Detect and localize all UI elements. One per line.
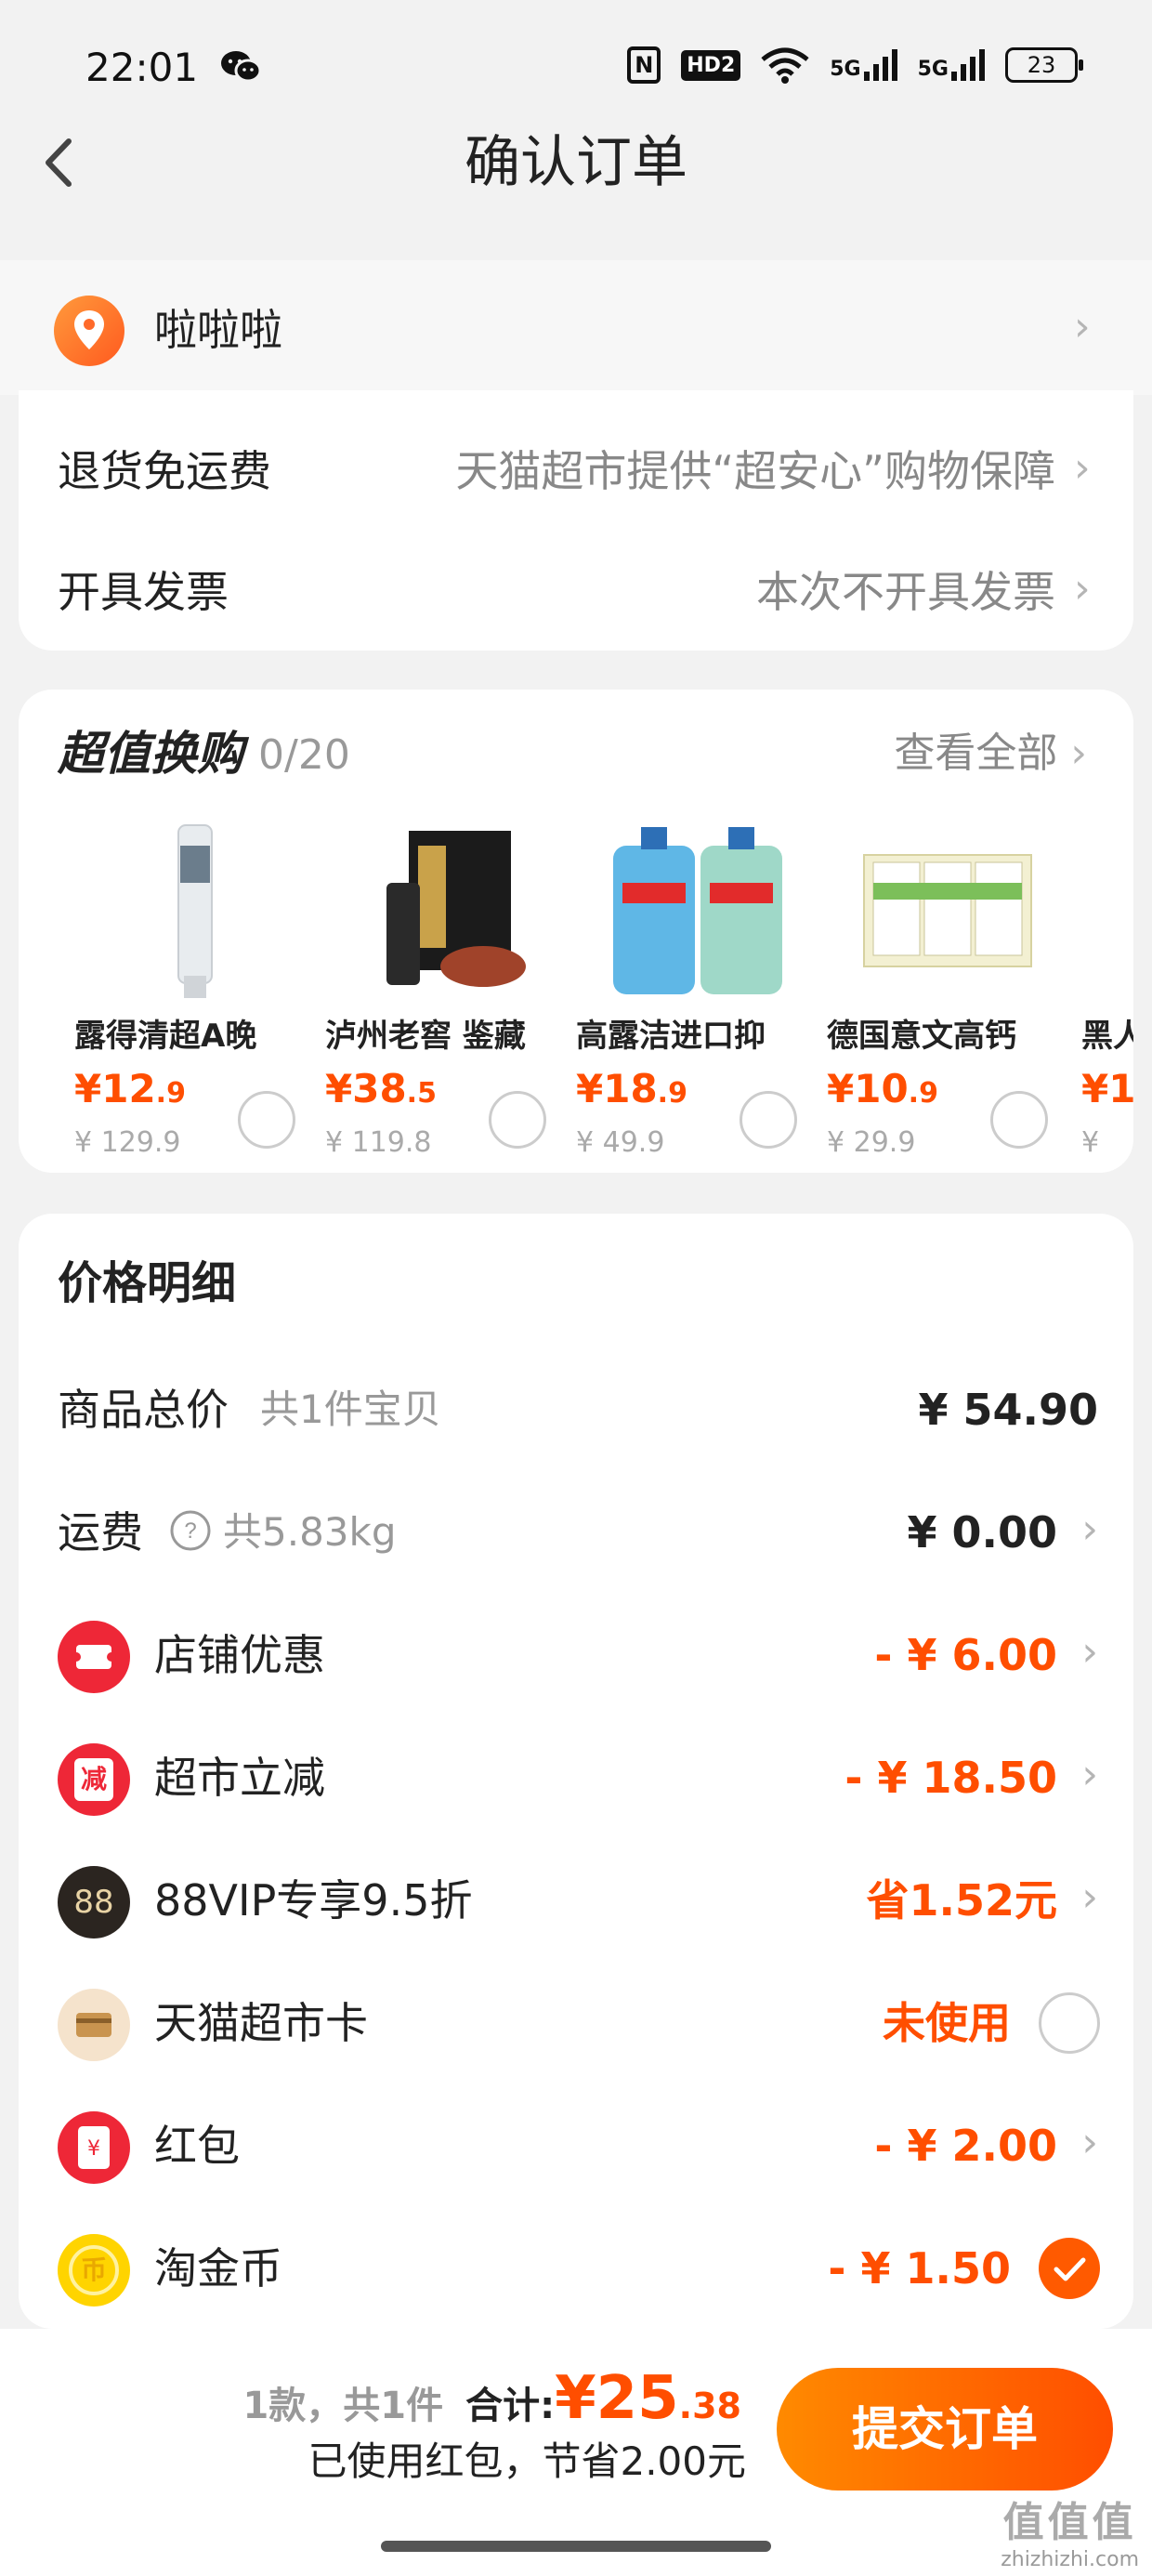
shipping-label: 运费 bbox=[58, 1507, 143, 1557]
chevron-right-icon: › bbox=[1074, 565, 1091, 612]
product-card[interactable]: 高露洁进口抑 ¥18.9 ¥ 49.9 bbox=[576, 818, 808, 1159]
goods-total-sub: 共1件宝贝 bbox=[260, 1387, 441, 1432]
gold-coin-value: - ¥ 1.50 bbox=[828, 2243, 1011, 2293]
tmall-card-radio[interactable] bbox=[1039, 1992, 1100, 2054]
shipping-value: ¥ 0.00 bbox=[907, 1507, 1057, 1557]
product-price: ¥18.9 bbox=[576, 1066, 687, 1111]
wifi-icon bbox=[761, 47, 809, 84]
chevron-right-icon: › bbox=[1074, 444, 1091, 492]
ticket-icon bbox=[58, 1621, 130, 1693]
vip-discount-value: 省1.52元 bbox=[866, 1875, 1058, 1925]
product-image-liquor bbox=[386, 831, 526, 987]
chevron-right-icon: › bbox=[1081, 2119, 1098, 2166]
supermarket-reduction-label: 超市立减 bbox=[154, 1753, 325, 1803]
address-name: 啦啦啦 bbox=[154, 305, 282, 355]
card-icon bbox=[58, 1989, 130, 2061]
chevron-right-icon: › bbox=[1081, 1751, 1098, 1798]
store-discount-row[interactable]: 店铺优惠 - ¥ 6.00 › bbox=[58, 1615, 1098, 1699]
price-detail-title: 价格明细 bbox=[58, 1257, 237, 1309]
product-image-cream bbox=[177, 824, 213, 998]
gold-coin-label: 淘金币 bbox=[154, 2243, 282, 2293]
submit-order-button[interactable]: 提交订单 bbox=[777, 2368, 1113, 2491]
product-select-radio[interactable] bbox=[990, 1091, 1048, 1149]
shipping-weight: 共5.83kg bbox=[223, 1509, 397, 1555]
product-name: 高露洁进口抑 bbox=[576, 1018, 766, 1055]
exchange-title: 超值换购 bbox=[58, 727, 243, 781]
goods-total-row: 商品总价 共1件宝贝 ¥ 54.90 bbox=[58, 1370, 1098, 1453]
wechat-icon bbox=[221, 51, 262, 83]
view-all-link[interactable]: 查看全部 › bbox=[894, 723, 1087, 784]
product-select-radio[interactable] bbox=[238, 1091, 295, 1149]
return-value[interactable]: 天猫超市提供“超安心”购物保障 bbox=[455, 440, 1055, 502]
tmall-card-value: 未使用 bbox=[883, 1998, 1011, 2048]
product-select-radio[interactable] bbox=[740, 1091, 797, 1149]
product-price: ¥12.9 bbox=[74, 1066, 186, 1111]
order-summary: 1款，共1件 合计:¥25.38 bbox=[242, 2364, 741, 2433]
product-price: ¥1 bbox=[1081, 1066, 1133, 1111]
product-card[interactable]: 泸州老窖 鉴藏 ¥38.5 ¥ 119.8 bbox=[325, 818, 557, 1159]
gold-coin-row[interactable]: 币 淘金币 - ¥ 1.50 bbox=[58, 2228, 1100, 2312]
goods-total-label: 商品总价 bbox=[58, 1385, 229, 1435]
watermark: 值值值 zhizhizhi.com bbox=[1001, 2499, 1139, 2572]
product-old-price: ¥ 49.9 bbox=[576, 1126, 665, 1159]
tmall-card-row[interactable]: 天猫超市卡 未使用 bbox=[58, 1983, 1100, 2067]
reduction-icon: 减 bbox=[58, 1743, 130, 1816]
invoice-label: 开具发票 bbox=[58, 567, 229, 617]
product-price: ¥38.5 bbox=[325, 1066, 437, 1111]
product-name: 德国意文高钙 bbox=[827, 1018, 1016, 1055]
hd-voice-icon: HD2 bbox=[681, 49, 741, 81]
product-card[interactable]: 露得清超A晚 ¥12.9 ¥ 129.9 bbox=[74, 818, 307, 1159]
red-packet-row[interactable]: ¥ 红包 - ¥ 2.00 › bbox=[58, 2106, 1098, 2189]
shipping-row[interactable]: 运费 ? 共5.83kg ¥ 0.00 › bbox=[58, 1492, 1098, 1576]
product-card[interactable]: 德国意文高钙 ¥10.9 ¥ 29.9 bbox=[827, 818, 1059, 1159]
product-old-price: ¥ 129.9 bbox=[74, 1126, 181, 1159]
product-old-price: ¥ 19 bbox=[1081, 1126, 1100, 1152]
gold-coin-checkbox[interactable] bbox=[1039, 2238, 1100, 2299]
saving-note: 已使用红包，节省2.00元 bbox=[308, 2438, 746, 2484]
red-packet-label: 红包 bbox=[154, 2121, 240, 2171]
supermarket-reduction-value: - ¥ 18.50 bbox=[844, 1753, 1057, 1803]
red-packet-value: - ¥ 2.00 bbox=[874, 2121, 1057, 2171]
chevron-right-icon: › bbox=[1070, 729, 1087, 777]
goods-total-value: ¥ 54.90 bbox=[918, 1385, 1098, 1435]
gold-coin-icon: 币 bbox=[58, 2234, 130, 2307]
home-indicator[interactable] bbox=[381, 2541, 771, 2552]
chevron-right-icon: › bbox=[1081, 1628, 1098, 1676]
red-packet-icon: ¥ bbox=[58, 2111, 130, 2184]
nfc-icon: N bbox=[627, 46, 661, 84]
product-image-mouthwash bbox=[613, 827, 782, 994]
store-discount-value: - ¥ 6.00 bbox=[874, 1630, 1057, 1680]
product-image-milk bbox=[863, 854, 1032, 967]
status-time: 22:01 bbox=[85, 45, 199, 90]
product-name: 黑人 bbox=[1081, 1018, 1133, 1055]
product-name: 泸州老窖 鉴藏 bbox=[325, 1018, 526, 1055]
exchange-count: 0/20 bbox=[258, 731, 350, 779]
help-icon[interactable]: ? bbox=[169, 1509, 212, 1552]
product-select-radio[interactable] bbox=[489, 1091, 546, 1149]
chevron-right-icon: › bbox=[1074, 303, 1091, 350]
product-card[interactable]: 黑人 ¥1 ¥ 19 bbox=[1081, 818, 1133, 1152]
page-title: 确认订单 bbox=[465, 130, 687, 195]
return-label: 退货免运费 bbox=[58, 446, 271, 496]
product-old-price: ¥ 29.9 bbox=[827, 1126, 916, 1159]
product-name: 露得清超A晚 bbox=[74, 1018, 257, 1055]
invoice-value[interactable]: 本次不开具发票 bbox=[756, 561, 1055, 623]
chevron-right-icon: › bbox=[1081, 1505, 1098, 1553]
status-icons: N HD2 5G 5G 23 bbox=[627, 46, 1083, 84]
battery-icon: 23 bbox=[1005, 47, 1083, 83]
tmall-card-label: 天猫超市卡 bbox=[154, 1998, 368, 2048]
product-price: ¥10.9 bbox=[827, 1066, 938, 1111]
supermarket-reduction-row[interactable]: 减 超市立减 - ¥ 18.50 › bbox=[58, 1738, 1098, 1821]
chevron-right-icon: › bbox=[1081, 1873, 1098, 1921]
signal-2-icon: 5G bbox=[918, 49, 985, 81]
store-discount-label: 店铺优惠 bbox=[154, 1630, 325, 1680]
signal-1-icon: 5G bbox=[830, 49, 897, 81]
vip-discount-row[interactable]: 88 88VIP专享9.5折 省1.52元 › bbox=[58, 1860, 1098, 1944]
location-pin-icon bbox=[54, 296, 124, 366]
svg-text:?: ? bbox=[184, 1518, 196, 1544]
product-old-price: ¥ 119.8 bbox=[325, 1126, 432, 1159]
vip-discount-label: 88VIP专享9.5折 bbox=[154, 1875, 473, 1925]
vip-88-icon: 88 bbox=[58, 1866, 130, 1939]
